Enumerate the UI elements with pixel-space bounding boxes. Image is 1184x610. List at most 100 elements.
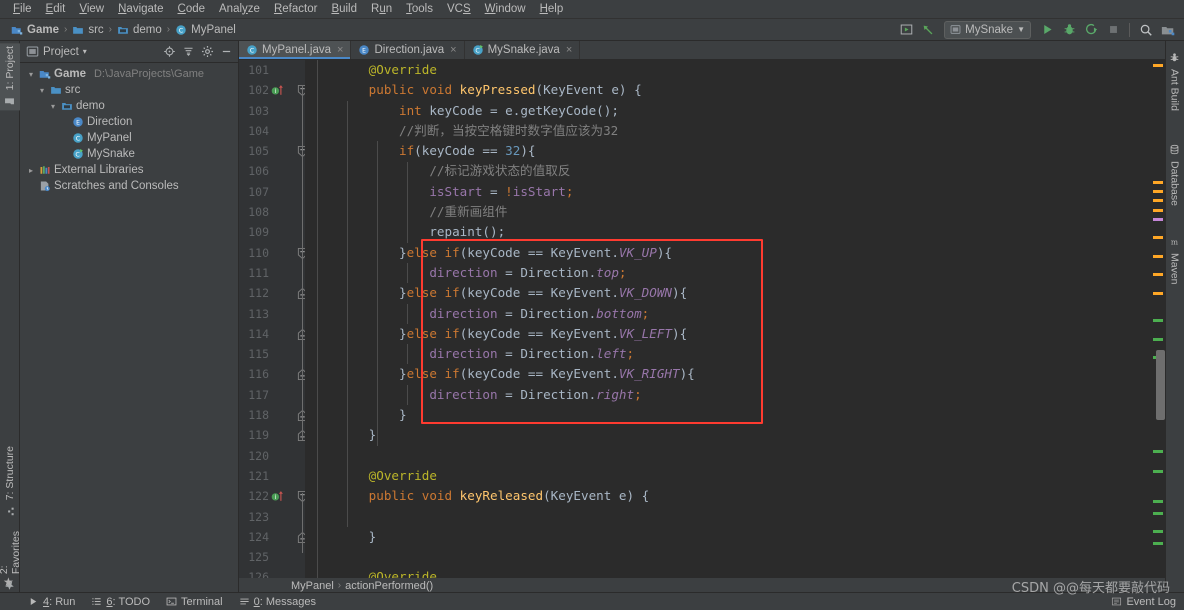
editor-tab-direction-java[interactable]: E Direction.java ×: [351, 41, 465, 59]
menu-item-analyze[interactable]: Analyze: [212, 0, 267, 19]
gutter-line[interactable]: 111: [239, 263, 305, 283]
error-stripe-mark[interactable]: [1153, 209, 1163, 212]
error-stripe-mark[interactable]: [1153, 500, 1163, 503]
editor-code-region[interactable]: 101 102 i 103 104 105 106 107 108 109 110 111 112 113…: [239, 60, 1165, 592]
override-method-marker-icon[interactable]: i: [271, 489, 285, 503]
gutter-line[interactable]: 106: [239, 161, 305, 181]
gutter-line[interactable]: 109: [239, 222, 305, 242]
gutter-line[interactable]: 105: [239, 141, 308, 161]
error-stripe-mark[interactable]: [1153, 64, 1163, 67]
menu-item-view[interactable]: View: [72, 0, 111, 19]
code-line[interactable]: }else if(keyCode == KeyEvent.VK_DOWN){: [305, 283, 1152, 303]
chevron-down-icon[interactable]: ▾: [37, 86, 47, 95]
close-icon[interactable]: ×: [337, 44, 343, 56]
code-line[interactable]: [305, 547, 1152, 567]
tool-stripe-database[interactable]: Database: [1165, 141, 1184, 209]
breadcrumb-item-mypanel[interactable]: C MyPanel: [172, 23, 239, 37]
gutter-line[interactable]: 117: [239, 385, 305, 405]
menu-item-build[interactable]: Build: [324, 0, 364, 19]
editor-breadcrumb-item[interactable]: MyPanel: [289, 580, 336, 592]
breadcrumb-item-src[interactable]: src: [69, 23, 106, 37]
override-method-marker-icon[interactable]: i: [271, 83, 285, 97]
gutter-line[interactable]: 124: [239, 527, 308, 547]
editor-vertical-scrollbar[interactable]: [1156, 350, 1165, 420]
gutter-line[interactable]: 119: [239, 425, 308, 445]
error-stripe-mark[interactable]: [1153, 190, 1163, 193]
menu-item-window[interactable]: Window: [478, 0, 533, 19]
code-line[interactable]: }: [305, 405, 1152, 425]
tree-node-demo[interactable]: ▾ demo: [20, 98, 238, 114]
statusbar-6-todo[interactable]: 6: TODO: [91, 596, 150, 608]
close-icon[interactable]: ×: [566, 44, 572, 56]
code-line[interactable]: }: [305, 425, 1152, 445]
error-stripe-mark[interactable]: [1153, 319, 1163, 322]
menu-item-help[interactable]: Help: [533, 0, 571, 19]
editor-breadcrumb-item[interactable]: actionPerformed(): [343, 580, 435, 592]
code-line[interactable]: @Override: [305, 466, 1152, 486]
error-stripe-mark[interactable]: [1153, 470, 1163, 473]
error-stripe-mark[interactable]: [1153, 273, 1163, 276]
menu-item-code[interactable]: Code: [171, 0, 213, 19]
code-line[interactable]: repaint();: [305, 222, 1152, 242]
run-with-coverage-icon[interactable]: [1081, 20, 1101, 40]
chevron-right-icon[interactable]: ▸: [26, 166, 36, 175]
editor-tab-mysnake-java[interactable]: C MySnake.java ×: [465, 41, 581, 59]
code-line[interactable]: }else if(keyCode == KeyEvent.VK_UP){: [305, 243, 1152, 263]
gutter-line[interactable]: 120: [239, 446, 305, 466]
code-line[interactable]: if(keyCode == 32){: [305, 141, 1152, 161]
statusbar-0-messages[interactable]: 0: Messages: [239, 596, 316, 608]
gutter-line[interactable]: 107: [239, 182, 305, 202]
gutter-line[interactable]: 101: [239, 60, 305, 80]
tool-stripe-1-project[interactable]: 1: Project: [0, 43, 20, 111]
tree-node-src[interactable]: ▾ src: [20, 82, 238, 98]
select-opened-file-icon[interactable]: [160, 43, 178, 61]
gutter-line[interactable]: 103: [239, 101, 305, 121]
code-line[interactable]: @Override: [305, 60, 1152, 80]
error-stripe[interactable]: [1152, 60, 1165, 592]
chevron-down-icon[interactable]: ▾: [48, 102, 58, 111]
tool-stripe-ant-build[interactable]: Ant Build: [1165, 49, 1184, 114]
collapse-all-icon[interactable]: [179, 43, 197, 61]
hide-panel-icon[interactable]: [217, 43, 235, 61]
gutter-line[interactable]: 118: [239, 405, 308, 425]
code-line[interactable]: isStart = !isStart;: [305, 182, 1152, 202]
error-stripe-mark[interactable]: [1153, 530, 1163, 533]
tree-node-external-libraries[interactable]: ▸ External Libraries: [20, 162, 238, 178]
run-icon[interactable]: [1037, 20, 1057, 40]
gutter-line[interactable]: 110: [239, 243, 308, 263]
gutter-line[interactable]: 121: [239, 466, 305, 486]
error-stripe-mark[interactable]: [1153, 218, 1163, 221]
gutter-line[interactable]: 113: [239, 304, 305, 324]
code-line[interactable]: //重新画组件: [305, 202, 1152, 222]
event-log-button[interactable]: Event Log: [1111, 596, 1184, 608]
close-icon[interactable]: ×: [450, 44, 456, 56]
code-line[interactable]: public void keyPressed(KeyEvent e) {: [305, 80, 1152, 100]
code-line[interactable]: direction = Direction.top;: [305, 263, 1152, 283]
error-stripe-mark[interactable]: [1153, 338, 1163, 341]
editor-text[interactable]: @Override public void keyPressed(KeyEven…: [305, 60, 1152, 592]
breadcrumb-item-game[interactable]: Game: [8, 23, 62, 37]
chevron-down-icon[interactable]: ▾: [26, 70, 36, 79]
editor-tab-mypanel-java[interactable]: C MyPanel.java ×: [239, 41, 352, 59]
code-line[interactable]: direction = Direction.right;: [305, 385, 1152, 405]
code-line[interactable]: int keyCode = e.getKeyCode();: [305, 101, 1152, 121]
tree-node-game[interactable]: ▾ Game D:\JavaProjects\Game: [20, 66, 238, 82]
code-line[interactable]: }else if(keyCode == KeyEvent.VK_LEFT){: [305, 324, 1152, 344]
menu-item-refactor[interactable]: Refactor: [267, 0, 324, 19]
tree-node-scratches-and-consoles[interactable]: Scratches and Consoles: [20, 178, 238, 194]
tree-node-mypanel[interactable]: C MyPanel: [20, 130, 238, 146]
code-line[interactable]: public void keyReleased(KeyEvent e) {: [305, 486, 1152, 506]
gutter-line[interactable]: 122 i: [239, 486, 308, 506]
settings-gear-icon[interactable]: [198, 43, 216, 61]
statusbar-4-run[interactable]: 4: Run: [28, 596, 75, 608]
error-stripe-mark[interactable]: [1153, 181, 1163, 184]
code-line[interactable]: direction = Direction.bottom;: [305, 304, 1152, 324]
menu-item-vcs[interactable]: VCS: [440, 0, 478, 19]
editor-gutter[interactable]: 101 102 i 103 104 105 106 107 108 109 110 111 112 113…: [239, 60, 308, 592]
code-line[interactable]: direction = Direction.left;: [305, 344, 1152, 364]
stop-icon[interactable]: [1103, 20, 1123, 40]
gutter-line[interactable]: 108: [239, 202, 305, 222]
statusbar-terminal[interactable]: Terminal: [166, 596, 223, 608]
error-stripe-mark[interactable]: [1153, 236, 1163, 239]
breadcrumb-item-demo[interactable]: demo: [114, 23, 165, 37]
